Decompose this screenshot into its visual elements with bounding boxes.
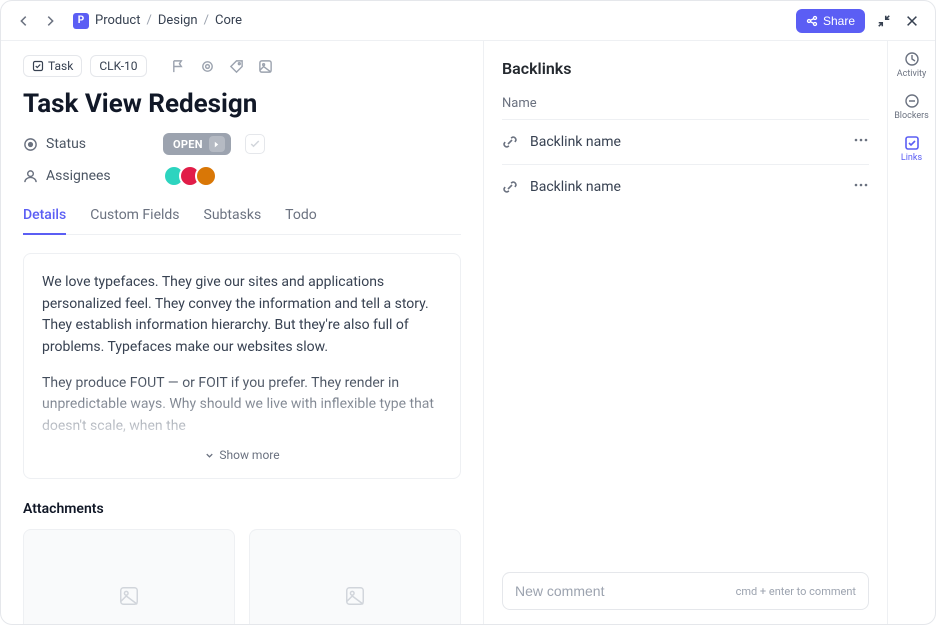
rail-links[interactable]: Links [901,135,922,163]
status-next-icon[interactable] [209,136,225,152]
assignee-avatars[interactable] [163,165,217,187]
column-header: Name [502,96,869,119]
link-icon [502,179,518,195]
assignees-label: Assignees [23,168,153,184]
breadcrumb-item[interactable]: Core [215,13,242,28]
status-pill[interactable]: OPEN [163,133,231,155]
tabs: Details Custom Fields Subtasks Todo [23,199,461,235]
comment-hint: cmd + enter to comment [736,585,856,598]
attachments-heading: Attachments [23,501,461,517]
avatar[interactable] [195,165,217,187]
close-icon[interactable] [903,12,921,30]
comment-box[interactable]: cmd + enter to comment [502,572,869,610]
description-paragraph: They produce FOUT — or FOIT if you prefe… [42,373,442,438]
task-id-chip[interactable]: CLK-10 [90,55,146,77]
backlink-name: Backlink name [530,134,621,150]
task-title[interactable]: Task View Redesign [23,89,461,119]
status-label: Status [23,136,153,152]
show-more-button[interactable]: Show more [42,442,442,469]
description-paragraph: We love typefaces. They give our sites a… [42,272,442,359]
rail-blockers[interactable]: Blockers [894,93,929,121]
panel-title: Backlinks [502,59,869,78]
tab-todo[interactable]: Todo [285,199,317,235]
tab-details[interactable]: Details [23,199,66,235]
topbar: P Product / Design / Core Share [1,1,935,41]
project-icon: P [73,13,89,29]
flag-icon[interactable] [171,59,186,74]
minimize-icon[interactable] [875,12,893,30]
backlinks-panel: Backlinks Name Backlink name Backlink na… [483,41,887,624]
backlink-name: Backlink name [530,179,621,195]
tag-icon[interactable] [229,59,244,74]
more-icon[interactable] [853,132,869,152]
comment-input[interactable] [515,583,736,599]
nav-back-button[interactable] [15,12,33,30]
share-button[interactable]: Share [796,9,865,33]
rail-activity[interactable]: Activity [897,51,926,79]
more-icon[interactable] [853,177,869,197]
nav-forward-button[interactable] [41,12,59,30]
main-content: Task CLK-10 Task View Redesign Status OP… [1,41,483,624]
target-icon[interactable] [200,59,215,74]
attachment-placeholder[interactable] [249,529,461,624]
tab-subtasks[interactable]: Subtasks [204,199,262,235]
breadcrumb: P Product / Design / Core [73,13,242,29]
side-rail: Activity Blockers Links [887,41,935,624]
link-icon [502,134,518,150]
task-type-chip[interactable]: Task [23,55,82,77]
complete-checkbox[interactable] [245,134,265,154]
breadcrumb-item[interactable]: Design [158,13,198,28]
attachment-placeholder[interactable] [23,529,235,624]
backlink-row[interactable]: Backlink name [502,119,869,164]
description-card[interactable]: We love typefaces. They give our sites a… [23,253,461,479]
backlink-row[interactable]: Backlink name [502,164,869,209]
breadcrumb-item[interactable]: Product [95,13,140,28]
image-icon[interactable] [258,59,273,74]
tab-custom-fields[interactable]: Custom Fields [90,199,179,235]
